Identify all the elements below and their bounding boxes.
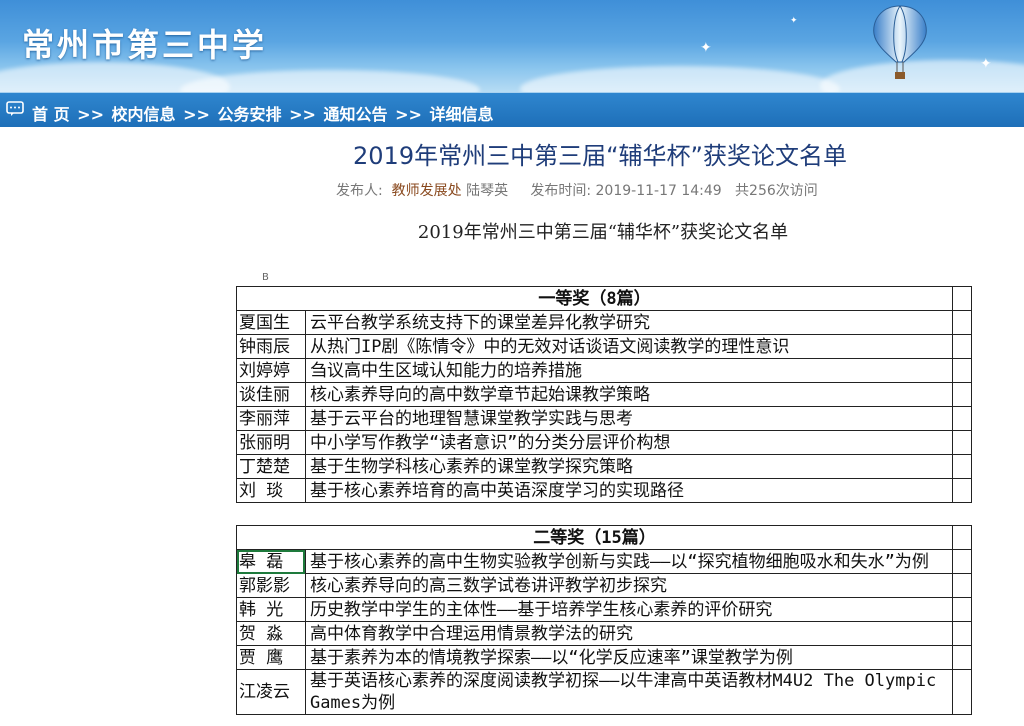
table-row: 韩 光历史教学中学生的主体性——基于培养学生核心素养的评价研究 bbox=[236, 597, 972, 622]
paper-title-cell: 基于核心素养培育的高中英语深度学习的实现路径 bbox=[304, 478, 954, 503]
table-row: 李丽萍 基于云平台的地理智慧课堂教学实践与思考 bbox=[236, 406, 972, 431]
table-row: 张丽明 中小学写作教学“读者意识”的分类分层评价构想 bbox=[236, 430, 972, 455]
empty-cell bbox=[952, 286, 972, 311]
section-heading: 一等奖（8篇） bbox=[236, 286, 954, 311]
paper-title-cell: 基于生物学科核心素养的课堂教学探究策略 bbox=[304, 454, 954, 479]
publisher-dept[interactable]: 教师发展处 bbox=[392, 183, 462, 199]
empty-cell bbox=[952, 597, 972, 622]
paper-title-cell: 核心素养导向的高中数学章节起始课教学策略 bbox=[304, 382, 954, 407]
empty-cell bbox=[952, 358, 972, 383]
breadcrumb-separator: >> bbox=[289, 105, 316, 124]
table-row: 刘 琰基于核心素养培育的高中英语深度学习的实现路径 bbox=[236, 478, 972, 503]
breadcrumb: 首 页 >> 校内信息 >> 公务安排 >> 通知公告 >> 详细信息 bbox=[0, 92, 1024, 127]
empty-cell bbox=[952, 382, 972, 407]
chat-bubble-icon bbox=[6, 101, 24, 116]
breadcrumb-separator: >> bbox=[77, 105, 104, 124]
author-name-cell: 郭影影 bbox=[236, 573, 306, 598]
author-name-cell: 皋 磊 bbox=[236, 549, 306, 574]
hot-air-balloon-icon bbox=[873, 5, 927, 79]
blank-row bbox=[236, 502, 972, 526]
author-name-cell: 刘 琰 bbox=[236, 478, 306, 503]
author-name-cell: 谈佳丽 bbox=[236, 382, 306, 407]
table-row: 刘婷婷 刍议高中生区域认知能力的培养措施 bbox=[236, 358, 972, 383]
sparkle-icon: ✦ bbox=[790, 16, 798, 26]
author-name-cell: 江凌云 bbox=[236, 669, 306, 715]
publisher-name: 陆琴英 bbox=[466, 183, 509, 199]
breadcrumb-notices-link[interactable]: 通知公告 bbox=[324, 105, 388, 124]
breadcrumb-detail-link[interactable]: 详细信息 bbox=[430, 105, 494, 124]
paper-title-cell: 历史教学中学生的主体性——基于培养学生核心素养的评价研究 bbox=[304, 597, 954, 622]
empty-cell bbox=[952, 645, 972, 670]
author-name-cell: 贾 鹰 bbox=[236, 645, 306, 670]
table-row: 谈佳丽 核心素养导向的高中数学章节起始课教学策略 bbox=[236, 382, 972, 407]
author-name-cell: 李丽萍 bbox=[236, 406, 306, 431]
table-row: 贾 鹰基于素养为本的情境教学探索——以“化学反应速率”课堂教学为例 bbox=[236, 645, 972, 670]
table-row: 江凌云 基于英语核心素养的深度阅读教学初探——以牛津高中英语教材M4U2 The … bbox=[236, 669, 972, 715]
column-letter: B bbox=[262, 272, 269, 283]
sparkle-icon: ✦ bbox=[980, 56, 992, 72]
table-row: 丁楚楚 基于生物学科核心素养的课堂教学探究策略 bbox=[236, 454, 972, 479]
article-title: 2019年常州三中第三届“辅华杯”获奖论文名单 bbox=[353, 142, 847, 170]
cloud-decoration bbox=[520, 66, 840, 92]
empty-cell bbox=[952, 621, 972, 646]
section-heading-row: 二等奖（15篇） bbox=[236, 525, 972, 550]
table-row: 皋 磊基于核心素养的高中生物实验教学创新与实践——以“探究植物细胞吸水和失水”为… bbox=[236, 549, 972, 574]
publisher-label: 发布人: bbox=[336, 183, 383, 199]
paper-title-cell: 从热门IP剧《陈情令》中的无效对话谈语文阅读教学的理性意识 bbox=[304, 334, 954, 359]
table-row: 钟雨辰 从热门IP剧《陈情令》中的无效对话谈语文阅读教学的理性意识 bbox=[236, 334, 972, 359]
site-banner: 常州市第三中学 ✦ ✦ ✦ bbox=[0, 0, 1024, 92]
breadcrumb-affairs-link[interactable]: 公务安排 bbox=[218, 105, 282, 124]
award-table: 一等奖（8篇） 夏国生 云平台教学系统支持下的课堂差异化教学研究 钟雨辰 从热门IP剧《… bbox=[236, 286, 972, 715]
table-row: 贺 淼高中体育教学中合理运用情景教学法的研究 bbox=[236, 621, 972, 646]
empty-cell bbox=[952, 430, 972, 455]
award-list-sheet: B 一等奖（8篇） 夏国生 云平台教学系统支持下的课堂差异化教学研究 钟雨辰 从热门IP… bbox=[236, 272, 972, 726]
breadcrumb-campus-info-link[interactable]: 校内信息 bbox=[112, 105, 176, 124]
publish-time-value: 2019-11-17 14:49 bbox=[595, 183, 722, 199]
paper-title-cell: 高中体育教学中合理运用情景教学法的研究 bbox=[304, 621, 954, 646]
empty-cell bbox=[952, 478, 972, 503]
paper-title-cell: 基于核心素养的高中生物实验教学创新与实践——以“探究植物细胞吸水和失水”为例 bbox=[304, 549, 954, 574]
empty-cell bbox=[952, 454, 972, 479]
table-row: 夏国生 云平台教学系统支持下的课堂差异化教学研究 bbox=[236, 310, 972, 335]
site-title[interactable]: 常州市第三中学 bbox=[22, 20, 267, 66]
author-name-cell: 刘婷婷 bbox=[236, 358, 306, 383]
section-heading: 二等奖（15篇） bbox=[236, 525, 954, 550]
empty-cell bbox=[952, 549, 972, 574]
article-meta: 发布人: 教师发展处 陆琴英 发布时间: 2019-11-17 14:49 共2… bbox=[336, 180, 818, 200]
section-heading-row: 一等奖（8篇） bbox=[236, 286, 972, 311]
paper-title-cell: 基于英语核心素养的深度阅读教学初探——以牛津高中英语教材M4U2 The Oly… bbox=[304, 669, 954, 715]
content-title: 2019年常州三中第三届“辅华杯”获奖论文名单 bbox=[417, 222, 789, 243]
empty-cell bbox=[952, 406, 972, 431]
breadcrumb-separator: >> bbox=[395, 105, 422, 124]
author-name-cell: 张丽明 bbox=[236, 430, 306, 455]
sparkle-icon: ✦ bbox=[700, 40, 712, 56]
author-name-cell: 贺 淼 bbox=[236, 621, 306, 646]
empty-cell bbox=[952, 334, 972, 359]
author-name-cell: 钟雨辰 bbox=[236, 334, 306, 359]
breadcrumb-separator: >> bbox=[183, 105, 210, 124]
paper-title-cell: 核心素养导向的高三数学试卷讲评教学初步探究 bbox=[304, 573, 954, 598]
author-name-cell: 丁楚楚 bbox=[236, 454, 306, 479]
paper-title-cell: 云平台教学系统支持下的课堂差异化教学研究 bbox=[304, 310, 954, 335]
paper-title-cell: 刍议高中生区域认知能力的培养措施 bbox=[304, 358, 954, 383]
paper-title-cell: 基于云平台的地理智慧课堂教学实践与思考 bbox=[304, 406, 954, 431]
publish-time-label: 发布时间: bbox=[530, 183, 592, 199]
visit-count: 共256次访问 bbox=[735, 183, 818, 199]
empty-cell bbox=[952, 525, 972, 550]
paper-title-cell: 基于素养为本的情境教学探索——以“化学反应速率”课堂教学为例 bbox=[304, 645, 954, 670]
empty-cell bbox=[952, 669, 972, 715]
breadcrumb-home-link[interactable]: 首 页 bbox=[32, 105, 70, 124]
column-header: B bbox=[236, 272, 972, 286]
paper-title-cell: 中小学写作教学“读者意识”的分类分层评价构想 bbox=[304, 430, 954, 455]
empty-cell bbox=[952, 573, 972, 598]
table-row: 郭影影 核心素养导向的高三数学试卷讲评教学初步探究 bbox=[236, 573, 972, 598]
cloud-decoration bbox=[180, 70, 480, 92]
author-name-cell: 夏国生 bbox=[236, 310, 306, 335]
empty-cell bbox=[952, 310, 972, 335]
author-name-cell: 韩 光 bbox=[236, 597, 306, 622]
